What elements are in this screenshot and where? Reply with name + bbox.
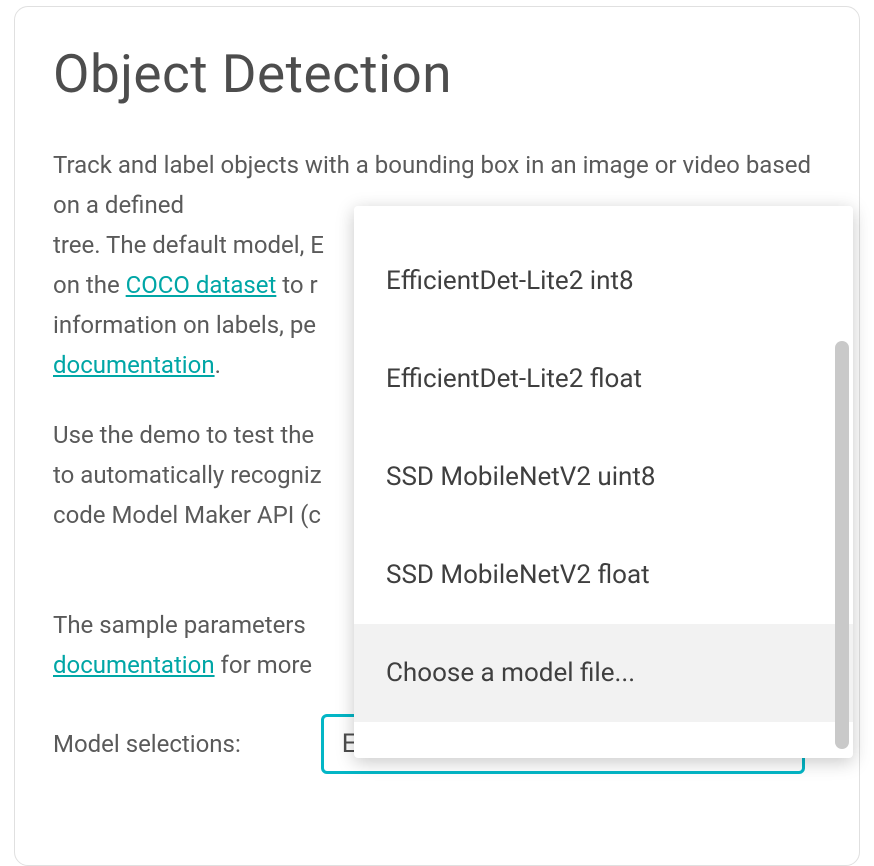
- dropdown-item[interactable]: EfficientDet-Lite2 int8: [354, 232, 853, 330]
- intro-text-2: tree. The default model, E: [53, 231, 324, 259]
- dropdown-item-label: SSD MobileNetV2 float: [386, 560, 650, 590]
- coco-dataset-link[interactable]: COCO dataset: [126, 271, 277, 299]
- intro-text-4: to r: [276, 271, 317, 299]
- dropdown-scrollbar[interactable]: [835, 341, 849, 749]
- dropdown-item-label: EfficientDet-Lite2 float: [386, 364, 642, 394]
- dropdown-item-label: SSD MobileNetV2 uint8: [386, 462, 656, 492]
- dropdown-item-choose-file[interactable]: Choose a model file...: [354, 624, 853, 722]
- dropdown-item[interactable]: EfficientDet-Lite2 float: [354, 330, 853, 428]
- dropdown-item[interactable]: EfficientDet-Lite0 float: [354, 206, 853, 232]
- documentation-link-2[interactable]: documentation: [53, 651, 215, 679]
- dropdown-item-label: EfficientDet-Lite2 int8: [386, 266, 634, 296]
- demo-text-1: Use the demo to test the: [53, 421, 314, 449]
- intro-text-5: information on labels, pe: [53, 311, 316, 339]
- sample-text-1: The sample parameters: [53, 611, 306, 639]
- documentation-link-1[interactable]: documentation: [53, 351, 215, 379]
- scrollbar-thumb[interactable]: [835, 341, 849, 749]
- dropdown-item-label: Choose a model file...: [386, 658, 635, 688]
- sample-text-2: for more: [215, 651, 312, 679]
- intro-text-3: on the: [53, 271, 126, 299]
- demo-text-2: to automatically recogniz: [53, 461, 322, 489]
- intro-text-end: .: [215, 351, 221, 379]
- page-title: Object Detection: [53, 47, 821, 103]
- demo-text-3: code Model Maker API (c: [53, 501, 321, 529]
- dropdown-item[interactable]: SSD MobileNetV2 float: [354, 526, 853, 624]
- model-dropdown-popup: EfficientDet-Lite0 float EfficientDet-Li…: [354, 206, 853, 758]
- model-select-label: Model selections:: [53, 730, 241, 758]
- dropdown-item[interactable]: SSD MobileNetV2 uint8: [354, 428, 853, 526]
